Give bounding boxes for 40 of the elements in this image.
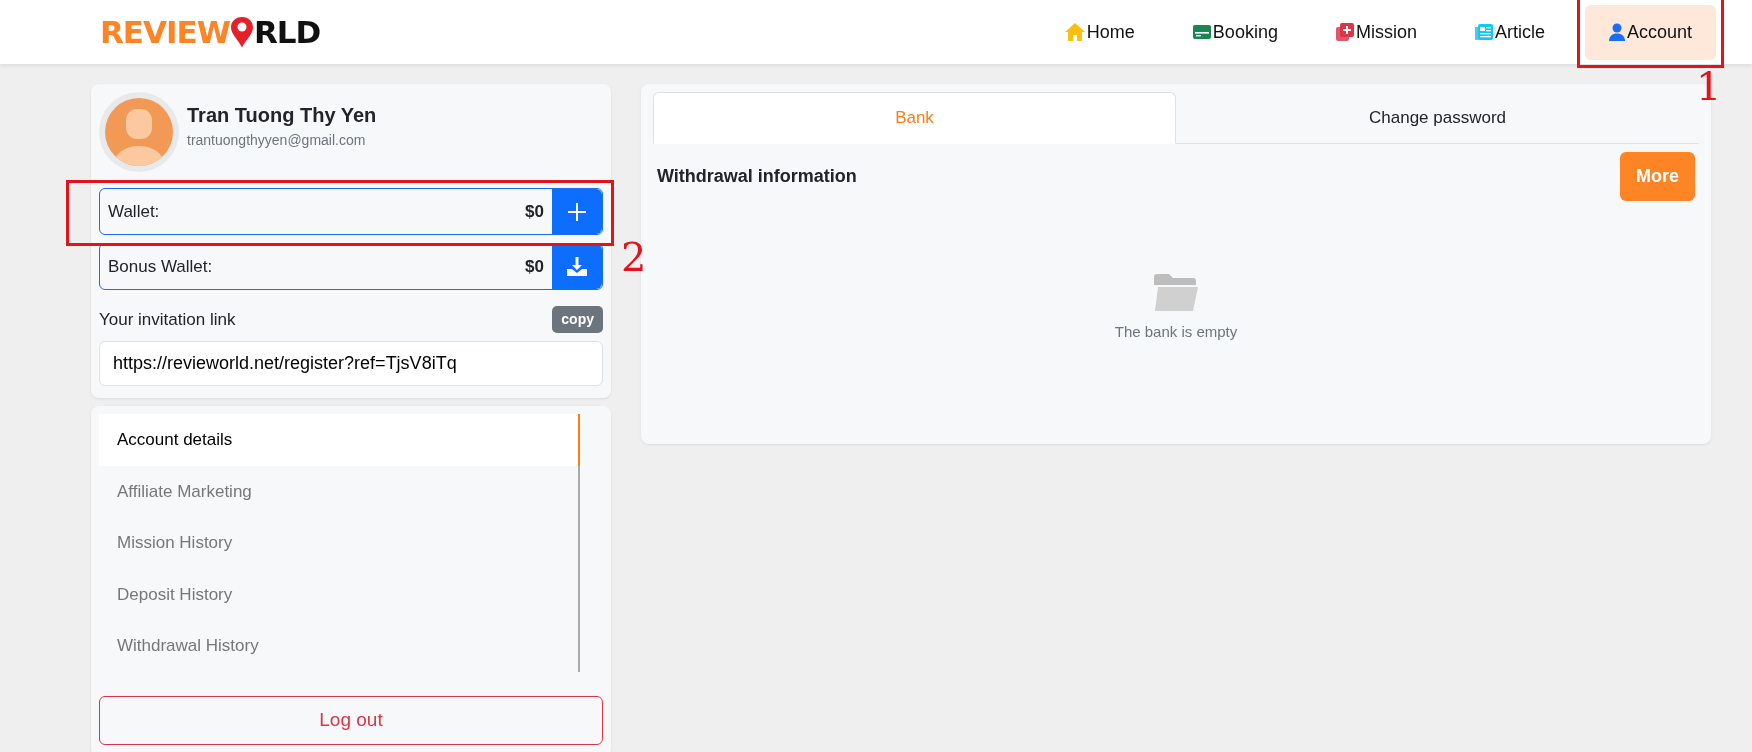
download-icon: [567, 256, 587, 277]
avatar-icon: [99, 92, 179, 172]
menu-item[interactable]: Account details: [99, 414, 580, 466]
add-funds-button[interactable]: [552, 189, 602, 234]
user-name: Tran Tuong Thy Yen: [187, 103, 377, 128]
newspaper-icon: [1474, 24, 1493, 40]
wallet-amount: $0: [525, 200, 544, 223]
map-pin-icon: [229, 16, 254, 48]
home-icon: [1064, 23, 1085, 41]
nav-link[interactable]: Account: [1584, 4, 1716, 60]
menu-item[interactable]: Mission History: [99, 517, 580, 569]
menu-item[interactable]: Affiliate Marketing: [99, 465, 580, 517]
withdraw-button[interactable]: [552, 244, 602, 289]
nav-link[interactable]: Article: [1456, 4, 1563, 60]
annotation-number: 1: [1696, 65, 1722, 106]
menu-item[interactable]: Withdrawal History: [99, 620, 580, 672]
nav-link[interactable]: Mission: [1317, 4, 1435, 60]
user-icon: [1608, 23, 1625, 41]
folder-icon: [1152, 272, 1200, 313]
nav-link[interactable]: Home: [1046, 4, 1153, 60]
user-email: trantuongthyyen@gmail.com: [187, 131, 367, 150]
copy-button[interactable]: copy: [552, 306, 603, 333]
tab[interactable]: Change password: [1176, 92, 1699, 144]
logout-button[interactable]: Log out: [99, 695, 603, 745]
logo-text: REVIEW: [100, 16, 230, 48]
logo[interactable]: REVIEW RLD: [100, 16, 321, 48]
wallet-label: Wallet:: [108, 200, 160, 223]
empty-message: The bank is empty: [1114, 321, 1238, 342]
menu-item[interactable]: Deposit History: [99, 568, 580, 620]
invitation-label: Your invitation link: [99, 308, 236, 331]
medical-cards-icon: [1335, 23, 1354, 41]
card-icon: [1192, 25, 1211, 39]
annotation-number: 2: [621, 237, 647, 277]
plus-icon: [568, 202, 586, 221]
logo-text: RLD: [253, 16, 321, 48]
section-title: Withdrawal information: [657, 164, 857, 188]
nav-link[interactable]: Booking: [1174, 4, 1296, 60]
invitation-link-field[interactable]: https://revieworld.net/register?ref=TjsV8iTq: [99, 341, 603, 386]
wallet-amount: $0: [525, 255, 544, 278]
wallet-label: Bonus Wallet:: [108, 255, 213, 278]
